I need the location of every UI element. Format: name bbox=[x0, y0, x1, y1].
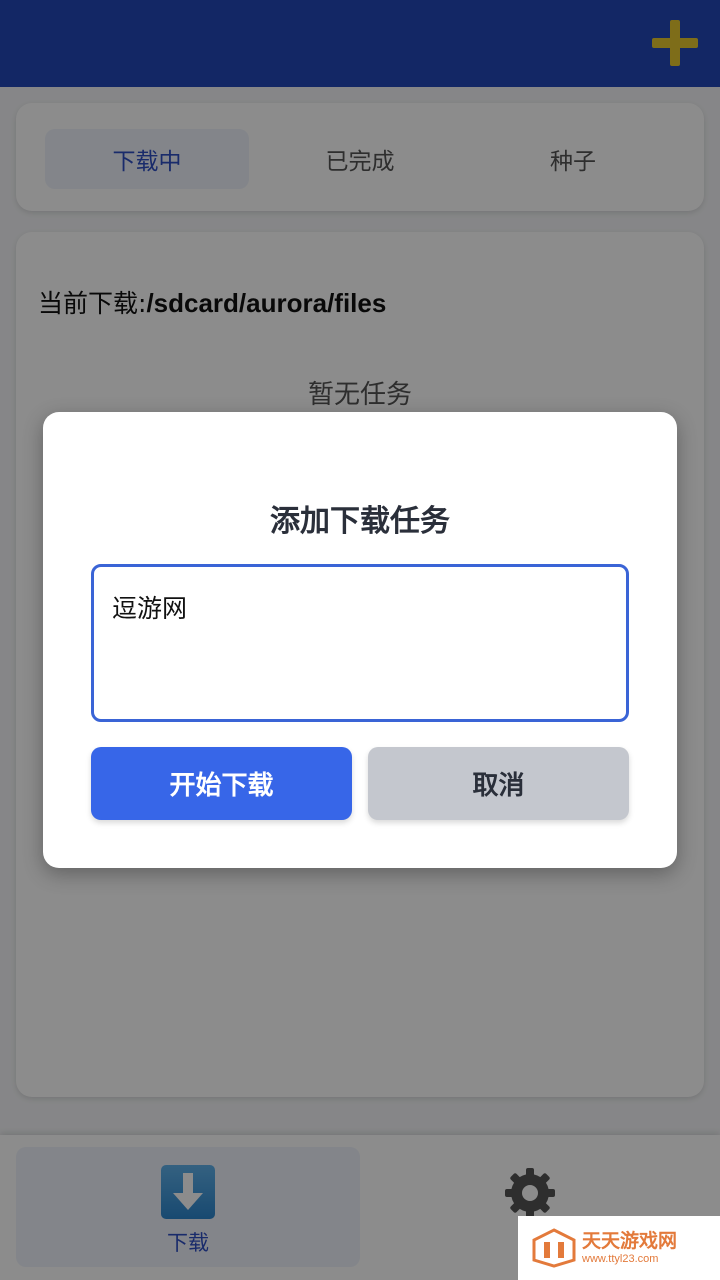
watermark-logo-icon bbox=[532, 1228, 576, 1268]
dialog-title: 添加下载任务 bbox=[270, 504, 450, 539]
start-download-button[interactable]: 开始下载 bbox=[91, 747, 352, 820]
cancel-button[interactable]: 取消 bbox=[368, 747, 629, 820]
task-url-input[interactable]: 逗游网 bbox=[91, 564, 629, 722]
watermark: 天天游戏网 www.ttyl23.com bbox=[518, 1216, 720, 1280]
watermark-url: www.ttyl23.com bbox=[582, 1252, 659, 1265]
app-screen: 下载中 已完成 种子 当前下载:/sdcard/aurora/files 暂无任… bbox=[0, 0, 720, 1280]
watermark-text: 天天游戏网 bbox=[582, 1229, 678, 1252]
add-task-dialog: 添加下载任务 逗游网 开始下载 取消 bbox=[43, 412, 677, 868]
